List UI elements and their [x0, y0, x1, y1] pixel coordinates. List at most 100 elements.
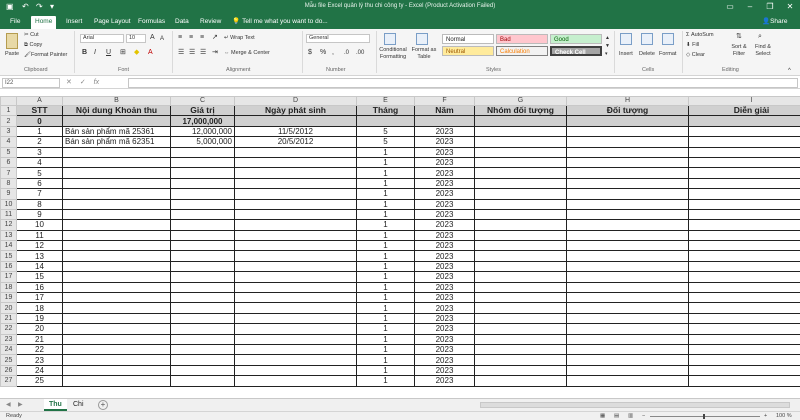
cell-e14[interactable]: 1 [356, 240, 415, 252]
cell-b24[interactable] [62, 343, 171, 356]
cell-i15[interactable] [688, 250, 800, 262]
cell-c6[interactable] [170, 156, 235, 169]
align-middle-icon[interactable]: ≡ [189, 34, 193, 42]
add-sheet-icon[interactable]: + [98, 400, 108, 410]
cell-g3[interactable] [474, 125, 567, 138]
column-header-b[interactable]: B [62, 96, 171, 106]
delete-cells-button[interactable]: Delete [639, 51, 655, 58]
cell-a22[interactable]: 20 [16, 323, 63, 335]
cell-f17[interactable]: 2023 [414, 271, 475, 283]
maximize-icon[interactable]: ❐ [762, 1, 778, 13]
cell-i18[interactable] [688, 281, 800, 294]
cell-i27[interactable] [688, 375, 800, 387]
cell-e22[interactable]: 1 [356, 323, 415, 335]
cell-d5[interactable] [234, 146, 357, 158]
sheet-scroll-right-icon[interactable]: ▶ [18, 401, 23, 409]
style-normal[interactable]: Normal [442, 34, 494, 44]
row-header[interactable]: 5 [0, 146, 17, 158]
collapse-ribbon-icon[interactable]: ^ [788, 67, 791, 75]
cell-i17[interactable] [688, 271, 800, 283]
cell-g6[interactable] [474, 156, 567, 169]
page-layout-view-icon[interactable]: ▤ [614, 413, 619, 420]
cell-d3[interactable]: 11/5/2012 [234, 125, 357, 138]
cell-b16[interactable] [62, 260, 171, 273]
borders-icon[interactable]: ⊞ [120, 49, 126, 57]
cell-g16[interactable] [474, 260, 567, 273]
cell-i22[interactable] [688, 323, 800, 335]
cell-i19[interactable] [688, 292, 800, 304]
cell-c18[interactable] [170, 281, 235, 294]
redo-icon[interactable]: ↷ [36, 2, 43, 12]
cell-d12[interactable] [234, 219, 357, 231]
cell-f23[interactable]: 2023 [414, 333, 475, 346]
cell-d26[interactable] [234, 364, 357, 377]
cell-h12[interactable] [566, 219, 689, 231]
align-left-icon[interactable]: ☰ [178, 49, 184, 57]
row-header[interactable]: 16 [0, 260, 17, 273]
font-size-select[interactable]: 10 [126, 34, 146, 43]
cell-d25[interactable] [234, 354, 357, 366]
cell-h21[interactable] [566, 312, 689, 325]
conditional-formatting-icon[interactable] [384, 33, 396, 45]
number-format-select[interactable]: General [306, 34, 370, 43]
cell-h8[interactable] [566, 177, 689, 190]
merge-center-button[interactable]: ⇔ Merge & Center [224, 50, 270, 57]
row-header[interactable]: 2 [0, 115, 17, 127]
cell-g24[interactable] [474, 343, 567, 356]
row-header[interactable]: 24 [0, 343, 17, 356]
copy-button[interactable]: ⧉ Copy [24, 42, 42, 49]
cell-g9[interactable] [474, 188, 567, 200]
row-header[interactable]: 15 [0, 250, 17, 262]
cell-i2[interactable] [688, 115, 800, 127]
cell-c7[interactable] [170, 167, 235, 179]
styles-scroll-down-icon[interactable]: ▼ [605, 42, 610, 50]
align-top-icon[interactable]: ≡ [178, 34, 182, 42]
cell-i20[interactable] [688, 302, 800, 314]
row-header[interactable]: 18 [0, 281, 17, 294]
font-name-select[interactable]: Arial [80, 34, 124, 43]
sort-filter-icon[interactable]: ⇅ [736, 33, 742, 41]
cell-a21[interactable]: 19 [16, 312, 63, 325]
grow-font-icon[interactable]: A [150, 34, 155, 42]
cell-e20[interactable]: 1 [356, 302, 415, 314]
cell-c26[interactable] [170, 364, 235, 377]
cell-e19[interactable]: 1 [356, 292, 415, 304]
tab-formulas[interactable]: Formulas [134, 17, 169, 29]
cell-c21[interactable] [170, 312, 235, 325]
tab-review[interactable]: Review [196, 17, 225, 29]
cell-f19[interactable]: 2023 [414, 292, 475, 304]
cell-h24[interactable] [566, 343, 689, 356]
cell-b3[interactable]: Bán sản phẩm mã 25361 [62, 125, 171, 138]
cell-h27[interactable] [566, 375, 689, 387]
row-header[interactable]: 21 [0, 312, 17, 325]
cell-g26[interactable] [474, 364, 567, 377]
cell-c1[interactable]: Giá trị [170, 104, 235, 117]
style-good[interactable]: Good [550, 34, 602, 44]
cell-i4[interactable] [688, 136, 800, 148]
cell-f2[interactable] [414, 115, 475, 127]
cell-h15[interactable] [566, 250, 689, 262]
cell-d17[interactable] [234, 271, 357, 283]
tab-data[interactable]: Data [171, 17, 193, 29]
cell-d4[interactable]: 20/5/2012 [234, 136, 357, 148]
cell-g5[interactable] [474, 146, 567, 158]
row-header[interactable]: 13 [0, 229, 17, 242]
cell-g10[interactable] [474, 198, 567, 210]
italic-button[interactable]: I [94, 49, 96, 57]
cell-b27[interactable] [62, 375, 171, 387]
cell-d18[interactable] [234, 281, 357, 294]
cell-d19[interactable] [234, 292, 357, 304]
font-color-icon[interactable]: A [148, 49, 153, 57]
cell-b15[interactable] [62, 250, 171, 262]
cell-g21[interactable] [474, 312, 567, 325]
cut-button[interactable]: ✂ Cut [24, 32, 39, 39]
cell-e1[interactable]: Tháng [356, 104, 415, 117]
sheet-scroll-left-icon[interactable]: ◀ [6, 401, 11, 409]
cell-f3[interactable]: 2023 [414, 125, 475, 138]
cell-b17[interactable] [62, 271, 171, 283]
cell-g20[interactable] [474, 302, 567, 314]
spreadsheet-grid[interactable]: ABCDEFGHI 1 STT Nội dung Khoản thu Giá trị N… [0, 96, 800, 398]
format-cells-icon[interactable] [662, 33, 674, 45]
cell-f13[interactable]: 2023 [414, 229, 475, 242]
cell-g22[interactable] [474, 323, 567, 335]
